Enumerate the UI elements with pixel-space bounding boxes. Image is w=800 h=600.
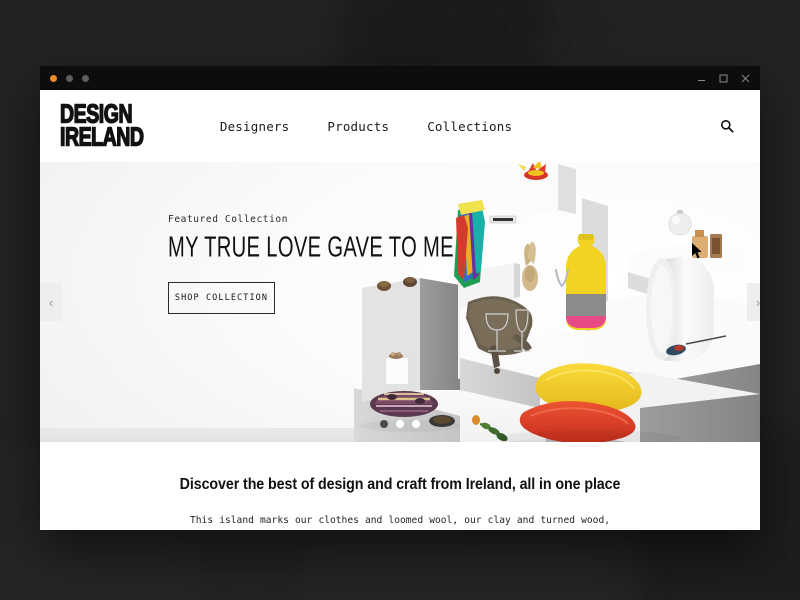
shop-collection-button[interactable]: SHOP COLLECTION xyxy=(168,282,275,314)
site-header: DESIGN IRELAND Designers Products Collec… xyxy=(40,90,760,162)
intro-section: Discover the best of design and craft fr… xyxy=(40,442,760,530)
traffic-light-close-icon[interactable] xyxy=(50,74,57,82)
backdrop-shape-leg xyxy=(468,0,481,23)
close-icon[interactable] xyxy=(741,74,750,83)
browser-window: DESIGN IRELAND Designers Products Collec… xyxy=(40,66,760,530)
hero-title: MY TRUE LOVE GAVE TO ME xyxy=(168,231,454,264)
nav-item-products[interactable]: Products xyxy=(327,119,389,134)
carousel-next-icon[interactable]: › xyxy=(747,283,760,321)
window-controls xyxy=(697,74,750,83)
backdrop-shape xyxy=(300,520,640,600)
traffic-light-maximize-icon[interactable] xyxy=(82,74,89,82)
nav-item-collections[interactable]: Collections xyxy=(427,119,512,134)
search-icon[interactable] xyxy=(716,115,738,137)
nav-item-designers[interactable]: Designers xyxy=(220,119,290,134)
carousel-dot-2[interactable] xyxy=(396,420,404,428)
carousel-prev-icon[interactable]: ‹ xyxy=(40,283,62,321)
traffic-light-minimize-icon[interactable] xyxy=(66,74,73,82)
window-title-bar[interactable] xyxy=(40,66,760,90)
traffic-light-group xyxy=(50,74,89,82)
maximize-icon[interactable] xyxy=(719,74,728,83)
main-navigation: Designers Products Collections xyxy=(220,119,512,134)
carousel-dot-1[interactable] xyxy=(380,420,388,428)
hero-copy-block: Featured Collection MY TRUE LOVE GAVE TO… xyxy=(168,214,508,314)
intro-body-text: This island marks our clothes and loomed… xyxy=(190,515,610,526)
carousel-dots xyxy=(380,420,420,428)
hero-eyebrow: Featured Collection xyxy=(168,214,289,225)
minimize-icon[interactable] xyxy=(697,74,706,83)
site-logo[interactable]: DESIGN IRELAND xyxy=(59,101,144,151)
carousel-dot-3[interactable] xyxy=(412,420,420,428)
intro-heading: Discover the best of design and craft fr… xyxy=(179,476,621,493)
backdrop-shape-leg xyxy=(572,0,597,39)
hero-carousel: Featured Collection MY TRUE LOVE GAVE TO… xyxy=(40,162,760,442)
page-viewport: DESIGN IRELAND Designers Products Collec… xyxy=(40,90,760,530)
